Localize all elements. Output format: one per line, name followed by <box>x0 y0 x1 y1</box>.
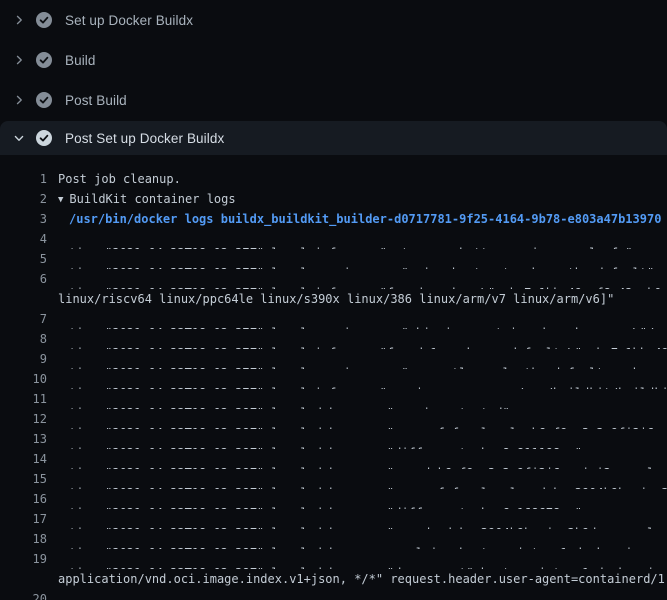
log-row: 1Post job cleanup. <box>0 169 667 189</box>
step-row-post-build[interactable]: Post Build <box>0 80 667 120</box>
log-line-text: time="2021-04-23T18:02:37Z" level=info m… <box>47 329 667 349</box>
line-number[interactable]: 18 <box>0 529 47 549</box>
log-line-text: time="2021-04-23T18:02:37Z" level=info m… <box>47 269 667 289</box>
actions-log-viewer: Set up Docker Buildx Build Post Build <box>0 0 667 600</box>
line-number[interactable]: 11 <box>0 389 47 409</box>
log-row: 12time="2021-04-23T18:02:38Z" level=debu… <box>0 409 667 429</box>
log-line-text: time="2021-04-23T18:02:38Z" level=debug … <box>47 489 582 509</box>
log-line-text: time="2021-04-23T18:02:38Z" level=debug … <box>47 429 582 449</box>
log-line-text: time="2021-04-23T18:02:38Z" level=debug … <box>47 589 667 600</box>
log-row: linux/riscv64 linux/ppc64le linux/s390x … <box>0 289 667 309</box>
line-number[interactable]: 9 <box>0 349 47 369</box>
line-number[interactable]: 16 <box>0 489 47 509</box>
line-number[interactable]: 19 <box>0 549 47 569</box>
line-number <box>0 569 47 589</box>
chevron-right-icon <box>12 93 26 107</box>
line-number[interactable]: 3 <box>0 209 47 229</box>
log-line-text: time="2021-04-23T18:02:38Z" level=debug … <box>47 449 667 469</box>
line-number[interactable]: 13 <box>0 429 47 449</box>
step-row-build[interactable]: Build <box>0 40 667 80</box>
log-line-text: time="2021-04-23T18:02:37Z" level=warnin… <box>47 249 654 269</box>
command-line-text: /usr/bin/docker logs buildx_buildkit_bui… <box>47 209 661 229</box>
step-label: Build <box>65 53 96 68</box>
line-number[interactable]: 14 <box>0 449 47 469</box>
chevron-down-icon <box>12 131 26 145</box>
log-row: 2 ▼ BuildKit container logs <box>0 189 667 209</box>
log-row: 4time="2021-04-23T18:02:37Z" level=info … <box>0 229 667 249</box>
log-row: 7time="2021-04-23T18:02:37Z" level=warni… <box>0 309 667 329</box>
log-row: 17time="2021-04-23T18:02:38Z" level=debu… <box>0 509 667 529</box>
log-row: 14time="2021-04-23T18:02:38Z" level=debu… <box>0 449 667 469</box>
line-number[interactable]: 1 <box>0 169 47 189</box>
log-line-text: ▼ BuildKit container logs <box>47 189 236 209</box>
step-row-set-up-docker-buildx[interactable]: Set up Docker Buildx <box>0 0 667 40</box>
line-number[interactable]: 7 <box>0 309 47 329</box>
log-line-text: time="2021-04-23T18:02:38Z" level=debug … <box>47 409 667 429</box>
line-number <box>0 289 47 309</box>
line-number[interactable]: 12 <box>0 409 47 429</box>
chevron-right-icon <box>12 53 26 67</box>
check-circle-icon <box>36 12 52 28</box>
line-number[interactable]: 17 <box>0 509 47 529</box>
log-row: 10time="2021-04-23T18:02:37Z" level=info… <box>0 369 667 389</box>
check-circle-icon <box>36 92 52 108</box>
check-circle-icon <box>36 52 52 68</box>
line-number[interactable]: 15 <box>0 469 47 489</box>
log-row: 5time="2021-04-23T18:02:37Z" level=warni… <box>0 249 667 269</box>
step-row-post-set-up-docker-buildx[interactable]: Post Set up Docker Buildx <box>0 121 667 155</box>
steps-list: Set up Docker Buildx Build Post Build <box>0 0 667 155</box>
log-row: 19time="2021-04-23T18:02:38Z" level=debu… <box>0 549 667 569</box>
log-line-text: linux/riscv64 linux/ppc64le linux/s390x … <box>47 289 614 309</box>
log-body: 1Post job cleanup.2 ▼ BuildKit container l… <box>0 155 667 600</box>
log-line-text: time="2021-04-23T18:02:37Z" level=info m… <box>47 229 633 249</box>
log-line-text: time="2021-04-23T18:02:38Z" level=debug … <box>47 529 640 549</box>
step-label: Set up Docker Buildx <box>65 13 193 28</box>
group-label: BuildKit container logs <box>69 192 235 206</box>
log-row: 3/usr/bin/docker logs buildx_buildkit_bu… <box>0 209 667 229</box>
log-row: 11time="2021-04-23T18:02:38Z" level=debu… <box>0 389 667 409</box>
log-row: 15time="2021-04-23T18:02:38Z" level=debu… <box>0 469 667 489</box>
line-number[interactable]: 2 <box>0 189 47 209</box>
log-line-text: time="2021-04-23T18:02:38Z" level=debug … <box>47 509 667 529</box>
log-row: 20time="2021-04-23T18:02:38Z" level=debu… <box>0 589 667 600</box>
log-row: 6time="2021-04-23T18:02:37Z" level=info … <box>0 269 667 289</box>
log-row: 13time="2021-04-23T18:02:38Z" level=debu… <box>0 429 667 449</box>
log-row: 9time="2021-04-23T18:02:37Z" level=warni… <box>0 349 667 369</box>
log-row: application/vnd.oci.image.index.v1+json,… <box>0 569 667 589</box>
line-number[interactable]: 10 <box>0 369 47 389</box>
log-line-text: time="2021-04-23T18:02:37Z" level=warnin… <box>47 309 667 329</box>
log-line-text: Post job cleanup. <box>47 169 181 189</box>
line-number[interactable]: 5 <box>0 249 47 269</box>
log-row: 16time="2021-04-23T18:02:38Z" level=debu… <box>0 489 667 509</box>
log-row: 18time="2021-04-23T18:02:38Z" level=debu… <box>0 529 667 549</box>
log-row: 8time="2021-04-23T18:02:37Z" level=info … <box>0 329 667 349</box>
step-label: Post Set up Docker Buildx <box>65 131 224 146</box>
log-line-text: time="2021-04-23T18:02:38Z" level=debug … <box>47 549 667 569</box>
log-line-text: time="2021-04-23T18:02:37Z" level=warnin… <box>47 349 667 369</box>
line-number[interactable]: 4 <box>0 229 47 249</box>
log-line-text: time="2021-04-23T18:02:38Z" level=debug … <box>47 389 510 409</box>
chevron-right-icon <box>12 13 26 27</box>
line-number[interactable]: 6 <box>0 269 47 289</box>
log-line-text: application/vnd.oci.image.index.v1+json,… <box>47 569 667 589</box>
log-line-text: time="2021-04-23T18:02:38Z" level=debug … <box>47 469 667 489</box>
check-circle-icon <box>36 130 52 146</box>
line-number[interactable]: 20 <box>0 589 47 600</box>
group-collapse-toggle-icon[interactable]: ▼ <box>58 190 63 209</box>
log-line-text: time="2021-04-23T18:02:37Z" level=info m… <box>47 369 667 389</box>
line-number[interactable]: 8 <box>0 329 47 349</box>
step-label: Post Build <box>65 93 127 108</box>
